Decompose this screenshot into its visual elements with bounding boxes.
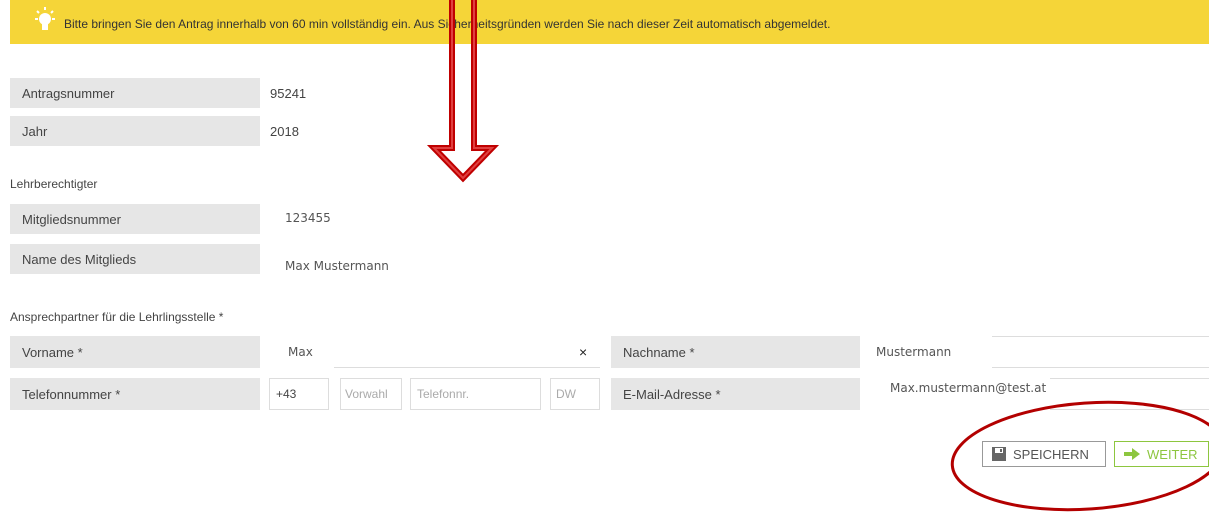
lastname-underline — [992, 367, 1209, 368]
year-value: 2018 — [270, 124, 299, 139]
firstname-label: Vorname * — [10, 336, 260, 368]
member-name-value: Max Mustermann — [285, 259, 389, 273]
phone-number-input[interactable]: Telefonnr. — [410, 378, 541, 410]
phone-country-code-input[interactable]: +43 — [269, 378, 329, 410]
firstname-value: Max — [288, 345, 313, 359]
lastname-input[interactable]: Mustermann — [870, 336, 1209, 368]
section-heading-lehrberechtigter: Lehrberechtigter — [10, 177, 98, 191]
session-timeout-banner: Bitte bringen Sie den Antrag innerhalb v… — [10, 0, 1209, 44]
email-input[interactable]: Max.mustermann@test.at — [870, 372, 1209, 404]
section-heading-contact: Ansprechpartner für die Lehrlingsstelle … — [10, 310, 224, 324]
next-button-label: WEITER — [1147, 446, 1198, 462]
area-code-placeholder: Vorwahl — [345, 387, 388, 401]
phone-area-code-input[interactable]: Vorwahl — [340, 378, 402, 410]
floppy-disk-icon — [992, 447, 1006, 461]
arrow-right-icon — [1124, 448, 1140, 460]
save-button-label: SPEICHERN — [1013, 446, 1089, 462]
phone-extension-input[interactable]: DW — [550, 378, 600, 410]
phone-label: Telefonnummer * — [10, 378, 260, 410]
email-underline — [1050, 409, 1209, 410]
next-button[interactable]: WEITER — [1114, 441, 1209, 467]
member-name-label: Name des Mitglieds — [10, 244, 260, 274]
member-number-label: Mitgliedsnummer — [10, 204, 260, 234]
clear-icon[interactable]: × — [579, 344, 587, 360]
phone-country-code-value: +43 — [276, 387, 297, 401]
application-number-label: Antragsnummer — [10, 78, 260, 108]
email-value: Max.mustermann@test.at — [890, 381, 1047, 395]
email-topline — [1050, 378, 1209, 379]
firstname-input[interactable]: Max — [280, 336, 600, 368]
email-label: E-Mail-Adresse * — [611, 378, 860, 410]
year-label: Jahr — [10, 116, 260, 146]
lightbulb-icon — [32, 6, 58, 41]
lastname-value: Mustermann — [876, 345, 952, 359]
phone-extension-placeholder: DW — [556, 387, 576, 401]
save-button[interactable]: SPEICHERN — [982, 441, 1106, 467]
member-number-value: 123455 — [285, 211, 331, 225]
phone-number-placeholder: Telefonnr. — [417, 387, 470, 401]
lastname-label: Nachname * — [611, 336, 860, 368]
lastname-topline — [992, 336, 1209, 337]
application-number-value: 95241 — [270, 86, 307, 101]
banner-message: Bitte bringen Sie den Antrag innerhalb v… — [64, 17, 831, 31]
firstname-underline — [334, 367, 600, 368]
